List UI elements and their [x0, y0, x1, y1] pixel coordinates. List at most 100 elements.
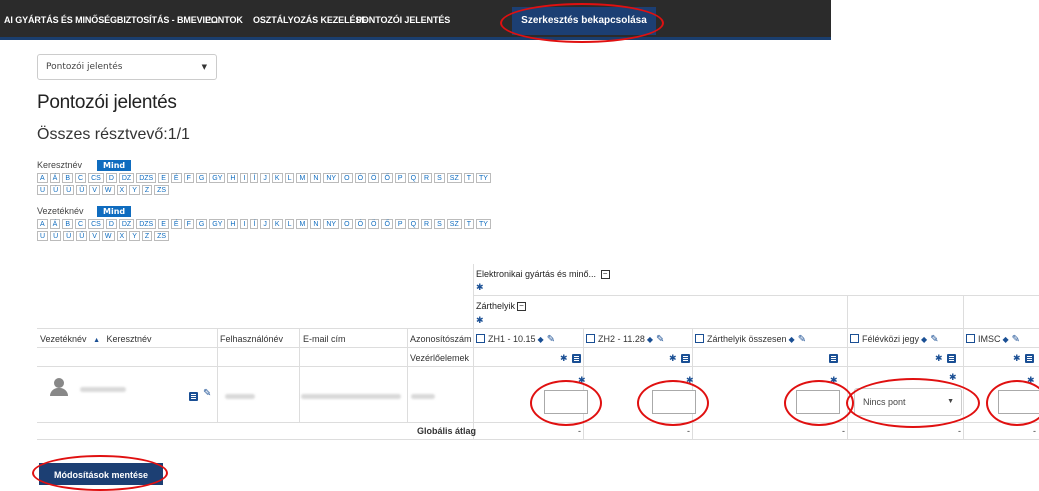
email-column-header[interactable]: E-mail cím: [303, 334, 346, 344]
calculator-icon[interactable]: [1025, 354, 1034, 363]
initial-letter-link[interactable]: U: [37, 231, 49, 241]
initial-letter-link[interactable]: Ö: [368, 173, 380, 183]
calculator-icon[interactable]: [681, 354, 690, 363]
edit-icon[interactable]: [850, 334, 859, 344]
sort-icon[interactable]: ◆: [1003, 335, 1009, 344]
initial-letter-link[interactable]: Ú: [50, 185, 62, 195]
initial-letter-link[interactable]: S: [434, 219, 445, 229]
grade-column-header-total[interactable]: Zárthelyik összesen ◆ ✎: [695, 334, 806, 345]
initial-letter-link[interactable]: NY: [323, 219, 340, 229]
pencil-icon[interactable]: ✎: [930, 334, 938, 345]
initial-letter-link[interactable]: D: [105, 219, 117, 229]
initial-letter-link[interactable]: P: [394, 219, 406, 229]
initial-letter-link[interactable]: N: [310, 173, 322, 183]
save-changes-button[interactable]: Módosítások mentése: [39, 463, 163, 485]
grade-column-header-zh2[interactable]: ZH2 - 11.28 ◆ ✎: [586, 334, 664, 345]
initial-letter-link[interactable]: F: [183, 173, 194, 183]
initial-letter-link[interactable]: ZS: [154, 185, 170, 195]
gear-icon[interactable]: ✱: [1027, 375, 1035, 386]
initial-letter-link[interactable]: Ó: [354, 219, 367, 229]
initial-letter-link[interactable]: I: [240, 219, 249, 229]
initial-letter-link[interactable]: D: [105, 173, 117, 183]
initial-letter-link[interactable]: E: [158, 173, 169, 183]
initial-letter-link[interactable]: Ú: [50, 231, 62, 241]
username-column-header[interactable]: Felhasználónév: [220, 334, 283, 344]
initial-letter-link[interactable]: Ü: [63, 185, 75, 195]
initial-letter-link[interactable]: Ő: [381, 173, 393, 183]
initial-letter-link[interactable]: Q: [407, 219, 420, 229]
gear-icon[interactable]: ✱: [669, 353, 677, 364]
grade-input-zh2[interactable]: [652, 390, 696, 414]
initial-letter-link[interactable]: F: [183, 219, 194, 229]
nav-grades-link[interactable]: PONTOK: [205, 15, 243, 25]
initial-letter-link[interactable]: P: [394, 173, 406, 183]
initial-letter-link[interactable]: C: [75, 173, 87, 183]
initial-letter-link[interactable]: TY: [476, 219, 491, 229]
initial-letter-link[interactable]: R: [421, 173, 433, 183]
grade-select-midterm[interactable]: Nincs pont ▼: [854, 388, 962, 416]
initial-letter-link[interactable]: Ü: [63, 231, 75, 241]
avatar[interactable]: [54, 378, 64, 388]
initial-letter-link[interactable]: E: [158, 219, 169, 229]
edit-mode-toggle-button[interactable]: Szerkesztés bekapcsolása: [512, 7, 656, 35]
initial-letter-link[interactable]: W: [101, 185, 115, 195]
initial-letter-link[interactable]: Á: [49, 219, 61, 229]
calculator-icon[interactable]: [829, 354, 838, 363]
grade-input-zh1[interactable]: [544, 390, 588, 414]
edit-icon[interactable]: [476, 334, 485, 344]
gear-icon[interactable]: ✱: [578, 375, 586, 386]
initial-letter-link[interactable]: DZ: [118, 173, 135, 183]
calculator-icon[interactable]: [947, 354, 956, 363]
initial-letter-link[interactable]: DZ: [118, 219, 135, 229]
firstname-header-label[interactable]: Keresztnév: [107, 334, 152, 344]
initial-letter-link[interactable]: R: [421, 219, 433, 229]
initial-letter-link[interactable]: S: [434, 173, 445, 183]
grade-column-header-zh1[interactable]: ZH1 - 10.15 ◆ ✎: [476, 334, 555, 345]
collapse-icon[interactable]: −: [517, 302, 527, 312]
initial-letter-link[interactable]: J: [260, 219, 270, 229]
initial-letter-link[interactable]: Y: [129, 231, 140, 241]
gear-icon[interactable]: ✱: [560, 353, 568, 364]
initial-letter-link[interactable]: V: [89, 231, 100, 241]
initial-letter-link[interactable]: NY: [323, 173, 340, 183]
calculator-icon[interactable]: [695, 334, 704, 344]
initial-letter-link[interactable]: G: [195, 173, 208, 183]
initial-letter-link[interactable]: B: [62, 219, 74, 229]
sort-icon[interactable]: ◆: [789, 335, 795, 344]
gear-icon[interactable]: ✱: [686, 375, 694, 386]
nav-grade-admin-link[interactable]: OSZTÁLYOZÁS KEZELÉSE: [253, 15, 367, 25]
initial-letter-link[interactable]: X: [116, 231, 128, 241]
collapse-icon[interactable]: −: [600, 270, 610, 280]
initial-letter-link[interactable]: M: [296, 173, 309, 183]
sort-icon[interactable]: ◆: [538, 335, 544, 344]
initial-letter-link[interactable]: Ű: [76, 231, 88, 241]
initial-letter-link[interactable]: SZ: [446, 219, 462, 229]
initial-letter-link[interactable]: CS: [88, 173, 104, 183]
gear-icon[interactable]: ✱: [476, 282, 484, 293]
initial-letter-link[interactable]: ZS: [154, 231, 170, 241]
gear-icon[interactable]: ✱: [1013, 353, 1021, 364]
initial-letter-link[interactable]: C: [75, 219, 87, 229]
initial-letter-link[interactable]: É: [170, 173, 182, 183]
idnumber-column-header[interactable]: Azonosítószám: [410, 334, 472, 344]
initial-letter-link[interactable]: T: [463, 219, 475, 229]
grade-column-header-imsc[interactable]: IMSC ◆ ✎: [966, 334, 1020, 345]
sort-icon[interactable]: ◆: [647, 335, 653, 344]
initial-letter-link[interactable]: O: [341, 219, 353, 229]
initial-letter-link[interactable]: H: [227, 173, 239, 183]
initial-letter-link[interactable]: Í: [250, 173, 259, 183]
initial-letter-link[interactable]: DZS: [136, 173, 157, 183]
grade-input-total[interactable]: [796, 390, 840, 414]
initial-letter-link[interactable]: K: [271, 219, 283, 229]
initial-letter-link[interactable]: Ő: [381, 219, 393, 229]
gear-icon[interactable]: ✱: [949, 372, 957, 383]
gear-icon[interactable]: ✱: [935, 353, 943, 364]
initial-letter-link[interactable]: H: [227, 219, 239, 229]
report-icon[interactable]: [189, 392, 198, 401]
pencil-icon[interactable]: ✎: [656, 334, 664, 345]
initial-letter-link[interactable]: B: [62, 173, 74, 183]
initial-letter-link[interactable]: V: [89, 185, 100, 195]
initial-letter-link[interactable]: O: [341, 173, 353, 183]
initial-letter-link[interactable]: DZS: [136, 219, 157, 229]
initial-letter-link[interactable]: X: [116, 185, 128, 195]
